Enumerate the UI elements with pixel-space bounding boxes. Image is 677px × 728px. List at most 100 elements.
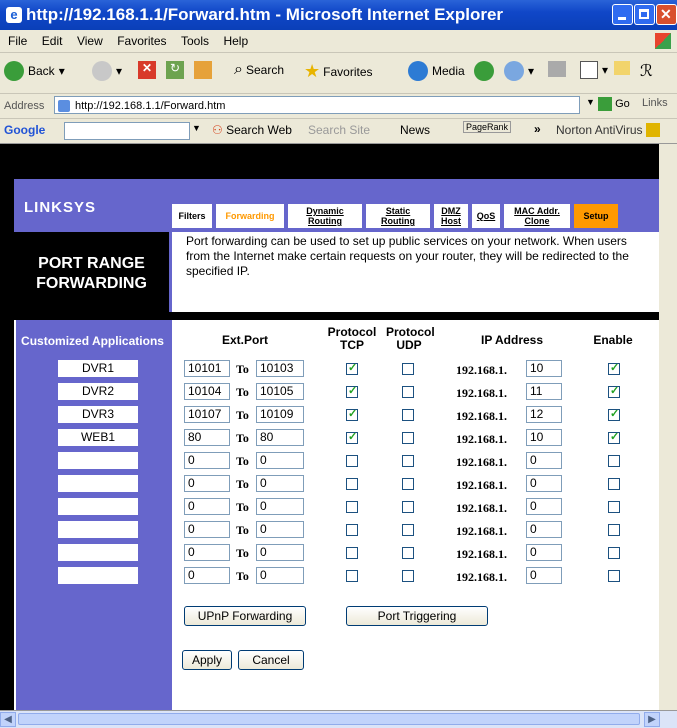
menu-edit[interactable]: Edit (40, 34, 65, 48)
search-web-button[interactable]: ⚇ Search Web (212, 123, 292, 137)
enable-checkbox[interactable] (608, 501, 620, 513)
ip-last-octet-input[interactable]: 10 (526, 360, 562, 377)
tab-setup[interactable]: Setup (574, 204, 618, 228)
go-button[interactable]: Go (598, 97, 630, 111)
app-name-input[interactable] (58, 544, 138, 561)
ip-last-octet-input[interactable]: 11 (526, 383, 562, 400)
ip-last-octet-input[interactable]: 0 (526, 452, 562, 469)
udp-checkbox[interactable] (402, 524, 414, 536)
forward-button[interactable]: ▾ (92, 61, 122, 81)
app-name-input[interactable] (58, 498, 138, 515)
tcp-checkbox[interactable] (346, 547, 358, 559)
tab-filters[interactable]: Filters (172, 204, 212, 228)
app-name-input[interactable]: WEB1 (58, 429, 138, 446)
app-name-input[interactable] (58, 521, 138, 538)
ext-port-end-input[interactable]: 10105 (256, 383, 304, 400)
menu-file[interactable]: File (6, 34, 29, 48)
mail-button[interactable]: ▾ (504, 61, 534, 81)
stop-button[interactable]: ✕ (138, 61, 156, 79)
udp-checkbox[interactable] (402, 478, 414, 490)
ip-last-octet-input[interactable]: 10 (526, 429, 562, 446)
enable-checkbox[interactable] (608, 407, 620, 421)
google-logo[interactable]: Google (4, 123, 45, 137)
ext-port-start-input[interactable]: 0 (184, 452, 230, 469)
udp-checkbox[interactable] (402, 409, 414, 421)
ext-port-end-input[interactable]: 0 (256, 521, 304, 538)
ext-port-end-input[interactable]: 0 (256, 498, 304, 515)
upnp-forwarding-button[interactable]: UPnP Forwarding (184, 606, 306, 626)
tab-dynamic-routing[interactable]: Dynamic Routing (288, 204, 362, 228)
ext-port-start-input[interactable]: 0 (184, 567, 230, 584)
ext-port-start-input[interactable]: 80 (184, 429, 230, 446)
cancel-button[interactable]: Cancel (238, 650, 304, 670)
apply-button[interactable]: Apply (182, 650, 232, 670)
search-button[interactable]: ⌕ Search (234, 61, 284, 79)
back-button[interactable]: Back ▾ (4, 61, 65, 81)
minimize-button[interactable] (612, 4, 633, 25)
udp-checkbox[interactable] (402, 386, 414, 398)
scroll-right-icon[interactable]: ▶ (644, 712, 660, 727)
messenger-button[interactable]: ℛ (640, 61, 653, 81)
news-button[interactable]: News (400, 123, 430, 137)
enable-checkbox[interactable] (608, 384, 620, 398)
media-button[interactable]: Media (408, 61, 465, 81)
udp-checkbox[interactable] (402, 570, 414, 582)
tcp-checkbox[interactable] (346, 478, 358, 490)
tcp-checkbox[interactable] (346, 361, 358, 375)
favorites-button[interactable]: ★ Favorites (304, 61, 373, 82)
links-button[interactable]: Links (642, 97, 668, 109)
app-name-input[interactable]: DVR2 (58, 383, 138, 400)
udp-checkbox[interactable] (402, 501, 414, 513)
ext-port-end-input[interactable]: 0 (256, 475, 304, 492)
discuss-button[interactable] (614, 61, 630, 75)
ip-last-octet-input[interactable]: 12 (526, 406, 562, 423)
close-button[interactable] (656, 4, 677, 25)
ext-port-end-input[interactable]: 0 (256, 452, 304, 469)
enable-checkbox[interactable] (608, 430, 620, 444)
print-button[interactable] (548, 61, 566, 77)
ip-last-octet-input[interactable]: 0 (526, 498, 562, 515)
ip-last-octet-input[interactable]: 0 (526, 544, 562, 561)
google-dropdown-icon[interactable]: ▼ (192, 123, 201, 133)
scroll-thumb[interactable] (18, 713, 640, 725)
tab-dmz-host[interactable]: DMZ Host (434, 204, 468, 228)
history-button[interactable] (474, 61, 498, 81)
app-name-input[interactable] (58, 475, 138, 492)
tab-qos[interactable]: QoS (472, 204, 500, 228)
enable-checkbox[interactable] (608, 524, 620, 536)
enable-checkbox[interactable] (608, 361, 620, 375)
ext-port-start-input[interactable]: 0 (184, 498, 230, 515)
scroll-left-icon[interactable]: ◀ (0, 712, 16, 727)
ext-port-start-input[interactable]: 10104 (184, 383, 230, 400)
app-name-input[interactable] (58, 452, 138, 469)
tab-mac-addr-clone[interactable]: MAC Addr. Clone (504, 204, 570, 228)
udp-checkbox[interactable] (402, 363, 414, 375)
tcp-checkbox[interactable] (346, 384, 358, 398)
udp-checkbox[interactable] (402, 455, 414, 467)
vertical-scrollbar[interactable] (659, 144, 677, 710)
app-name-input[interactable]: DVR1 (58, 360, 138, 377)
home-button[interactable] (194, 61, 212, 79)
enable-checkbox[interactable] (608, 570, 620, 582)
ext-port-end-input[interactable]: 10109 (256, 406, 304, 423)
ip-last-octet-input[interactable]: 0 (526, 475, 562, 492)
maximize-button[interactable] (634, 4, 655, 25)
ext-port-start-input[interactable]: 0 (184, 544, 230, 561)
tab-static-routing[interactable]: Static Routing (366, 204, 430, 228)
search-site-button[interactable]: Search Site (308, 123, 370, 137)
tab-forwarding[interactable]: Forwarding (216, 204, 284, 228)
google-search-input[interactable] (64, 122, 190, 140)
toolbar-overflow-icon[interactable]: » (534, 122, 541, 136)
tcp-checkbox[interactable] (346, 570, 358, 582)
ext-port-end-input[interactable]: 80 (256, 429, 304, 446)
ext-port-end-input[interactable]: 10103 (256, 360, 304, 377)
tcp-checkbox[interactable] (346, 430, 358, 444)
port-triggering-button[interactable]: Port Triggering (346, 606, 488, 626)
ext-port-start-input[interactable]: 10101 (184, 360, 230, 377)
menu-view[interactable]: View (75, 34, 105, 48)
app-name-input[interactable] (58, 567, 138, 584)
app-name-input[interactable]: DVR3 (58, 406, 138, 423)
ext-port-end-input[interactable]: 0 (256, 544, 304, 561)
address-dropdown-icon[interactable]: ▼ (586, 97, 595, 107)
edit-button[interactable]: ▾ (580, 61, 608, 79)
